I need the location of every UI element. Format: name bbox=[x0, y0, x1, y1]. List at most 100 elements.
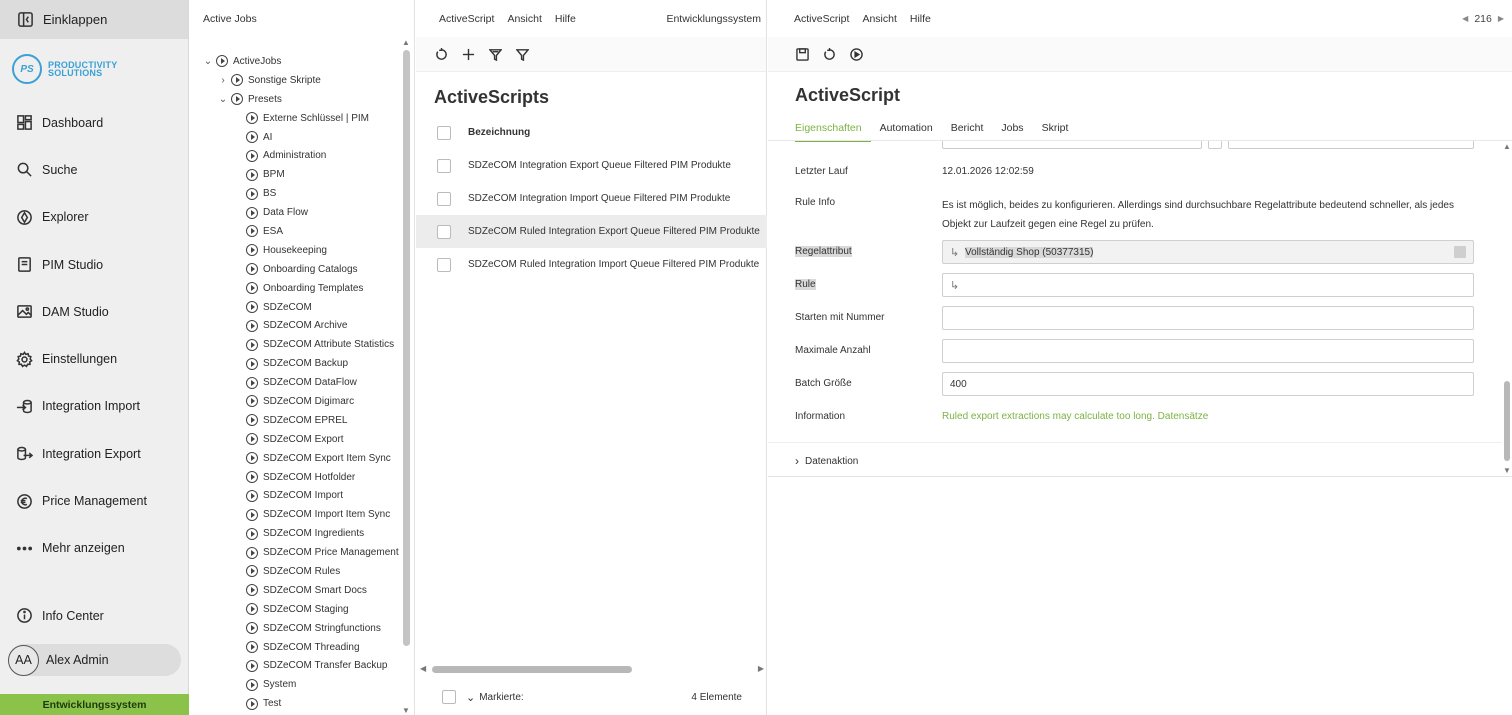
scroll-up-icon[interactable]: ▲ bbox=[402, 38, 410, 47]
tree-node[interactable]: AI bbox=[190, 128, 400, 147]
filter-settings-icon[interactable] bbox=[488, 47, 502, 61]
tree-node[interactable]: Onboarding Templates bbox=[190, 279, 400, 298]
table-row[interactable]: SDZeCOM Integration Import Queue Filtere… bbox=[416, 182, 767, 215]
nav-item-integration-import[interactable]: Integration Import bbox=[0, 383, 188, 430]
tree-node[interactable]: BS bbox=[190, 184, 400, 203]
nav-item-price-management[interactable]: Price Management bbox=[0, 477, 188, 524]
tree-node[interactable]: SDZeCOM Stringfunctions bbox=[190, 619, 400, 638]
tab-automation[interactable]: Automation bbox=[880, 120, 942, 142]
tree-node[interactable]: SDZeCOM Attribute Statistics bbox=[190, 335, 400, 354]
scroll-up-icon[interactable]: ▲ bbox=[1503, 142, 1511, 151]
column-header-bezeichnung[interactable]: Bezeichnung bbox=[468, 127, 530, 138]
table-row[interactable]: SDZeCOM Integration Export Queue Filtere… bbox=[416, 149, 767, 182]
select-all-checkbox[interactable] bbox=[437, 125, 451, 140]
tab-eigenschaften[interactable]: Eigenschaften bbox=[795, 120, 871, 142]
refresh-icon[interactable] bbox=[434, 47, 448, 61]
add-icon[interactable] bbox=[461, 47, 475, 61]
next-icon[interactable]: ▶ bbox=[1498, 14, 1504, 23]
tree-node[interactable]: SDZeCOM Threading bbox=[190, 638, 400, 657]
horizontal-scrollbar[interactable]: ◀ ▶ bbox=[420, 664, 764, 674]
tree-node[interactable]: BPM bbox=[190, 165, 400, 184]
tab-skript[interactable]: Skript bbox=[1042, 120, 1078, 142]
tree-node[interactable]: Administration bbox=[190, 146, 400, 165]
scrollbar-thumb[interactable] bbox=[1504, 381, 1510, 461]
menu-hilfe[interactable]: Hilfe bbox=[555, 13, 576, 25]
user-menu[interactable]: AA Alex Admin bbox=[8, 644, 181, 677]
nav-item-suche[interactable]: Suche bbox=[0, 146, 188, 193]
menu-ansicht[interactable]: Ansicht bbox=[507, 13, 541, 25]
row-checkbox[interactable] bbox=[437, 158, 451, 173]
tree-scrollbar[interactable]: ▲ ▼ bbox=[402, 38, 410, 715]
scrollbar-thumb[interactable] bbox=[432, 666, 632, 673]
scroll-down-icon[interactable]: ▼ bbox=[1503, 466, 1511, 475]
nav-item-einstellungen[interactable]: Einstellungen bbox=[0, 335, 188, 382]
table-row[interactable]: SDZeCOM Ruled Integration Import Queue F… bbox=[416, 248, 767, 281]
tree-node[interactable]: SDZeCOM Transfer Backup bbox=[190, 657, 400, 676]
tab-jobs[interactable]: Jobs bbox=[1001, 120, 1032, 142]
row-checkbox[interactable] bbox=[437, 257, 451, 272]
tree-node-presets[interactable]: ⌄ Presets bbox=[190, 90, 400, 109]
tree-node[interactable]: SDZeCOM Backup bbox=[190, 354, 400, 373]
tree-node[interactable]: SDZeCOM Ingredients bbox=[190, 524, 400, 543]
detail-scrollbar[interactable]: ▲ ▼ bbox=[1502, 140, 1512, 477]
nav-item-info-center[interactable]: Info Center bbox=[0, 592, 189, 639]
tree-node[interactable]: SDZeCOM Archive bbox=[190, 316, 400, 335]
footer-checkbox[interactable] bbox=[442, 690, 456, 704]
maximale-anzahl-input[interactable] bbox=[942, 339, 1474, 363]
table-row[interactable]: SDZeCOM Ruled Integration Export Queue F… bbox=[416, 215, 767, 248]
regelattribut-field[interactable]: ↳ Vollständig Shop (50377315) bbox=[942, 240, 1474, 264]
tree-node-root[interactable]: ⌄ ActiveJobs bbox=[190, 52, 400, 71]
rule-field[interactable]: ↳ bbox=[942, 273, 1474, 297]
row-checkbox[interactable] bbox=[437, 224, 451, 239]
tree-node[interactable]: Test bbox=[190, 694, 400, 713]
nav-item-integration-export[interactable]: Integration Export bbox=[0, 430, 188, 477]
scroll-right-icon[interactable]: ▶ bbox=[758, 664, 764, 673]
nav-item-mehr-anzeigen[interactable]: Mehr anzeigen bbox=[0, 525, 188, 572]
menu-hilfe[interactable]: Hilfe bbox=[910, 13, 931, 25]
row-checkbox[interactable] bbox=[437, 191, 451, 206]
menu-activescript[interactable]: ActiveScript bbox=[794, 13, 849, 25]
save-icon[interactable] bbox=[795, 47, 809, 61]
menu-ansicht[interactable]: Ansicht bbox=[862, 13, 896, 25]
run-icon[interactable] bbox=[849, 47, 863, 61]
scroll-left-icon[interactable]: ◀ bbox=[420, 664, 426, 673]
nav-item-explorer[interactable]: Explorer bbox=[0, 194, 188, 241]
tree-node-sonstige[interactable]: › Sonstige Skripte bbox=[190, 71, 400, 90]
chevron-down-icon[interactable]: ⌄ bbox=[217, 94, 229, 105]
tree-node[interactable]: SDZeCOM Smart Docs bbox=[190, 581, 400, 600]
scrollbar-thumb[interactable] bbox=[403, 50, 410, 646]
tree-node[interactable]: SDZeCOM bbox=[190, 298, 400, 317]
filter-icon[interactable] bbox=[515, 47, 529, 61]
tree-node[interactable]: Housekeeping bbox=[190, 241, 400, 260]
tree-node[interactable]: System bbox=[190, 675, 400, 694]
nav-item-dashboard[interactable]: Dashboard bbox=[0, 99, 188, 146]
chevron-down-icon[interactable]: ⌄ bbox=[466, 691, 475, 704]
tree-node[interactable]: Onboarding Catalogs bbox=[190, 260, 400, 279]
tree-node[interactable]: SDZeCOM Export bbox=[190, 430, 400, 449]
chevron-down-icon[interactable]: ⌄ bbox=[202, 56, 214, 67]
chevron-right-icon[interactable]: › bbox=[217, 75, 229, 86]
batch-groesse-input[interactable]: 400 bbox=[942, 372, 1474, 396]
clipped-select[interactable] bbox=[942, 141, 1202, 149]
scroll-down-icon[interactable]: ▼ bbox=[402, 706, 410, 715]
tree-node[interactable]: SDZeCOM Import Item Sync bbox=[190, 505, 400, 524]
tree-node[interactable]: SDZeCOM Hotfolder bbox=[190, 468, 400, 487]
tree-node[interactable]: Externe Schlüssel | PIM bbox=[190, 109, 400, 128]
clipped-select[interactable] bbox=[1227, 141, 1474, 149]
tree-node[interactable]: SDZeCOM DataFlow bbox=[190, 373, 400, 392]
refresh-icon[interactable] bbox=[822, 47, 836, 61]
nav-item-dam-studio[interactable]: DAM Studio bbox=[0, 288, 188, 335]
tree-node[interactable]: SDZeCOM Staging bbox=[190, 600, 400, 619]
tree-node[interactable]: SDZeCOM Export Item Sync bbox=[190, 449, 400, 468]
starten-mit-nummer-input[interactable] bbox=[942, 306, 1474, 330]
tree-node[interactable]: SDZeCOM Import bbox=[190, 486, 400, 505]
tree-node[interactable]: SDZeCOM Digimarc bbox=[190, 392, 400, 411]
previous-icon[interactable]: ◀ bbox=[1462, 14, 1468, 23]
clipped-button[interactable] bbox=[1207, 141, 1222, 149]
collapse-button[interactable]: Einklappen bbox=[0, 0, 188, 39]
tree-node[interactable]: SDZeCOM EPREL bbox=[190, 411, 400, 430]
tab-bericht[interactable]: Bericht bbox=[951, 120, 993, 142]
tree-node[interactable]: ESA bbox=[190, 222, 400, 241]
section-datenaktion[interactable]: › Datenaktion bbox=[795, 454, 858, 468]
tree-node[interactable]: SDZeCOM Rules bbox=[190, 562, 400, 581]
